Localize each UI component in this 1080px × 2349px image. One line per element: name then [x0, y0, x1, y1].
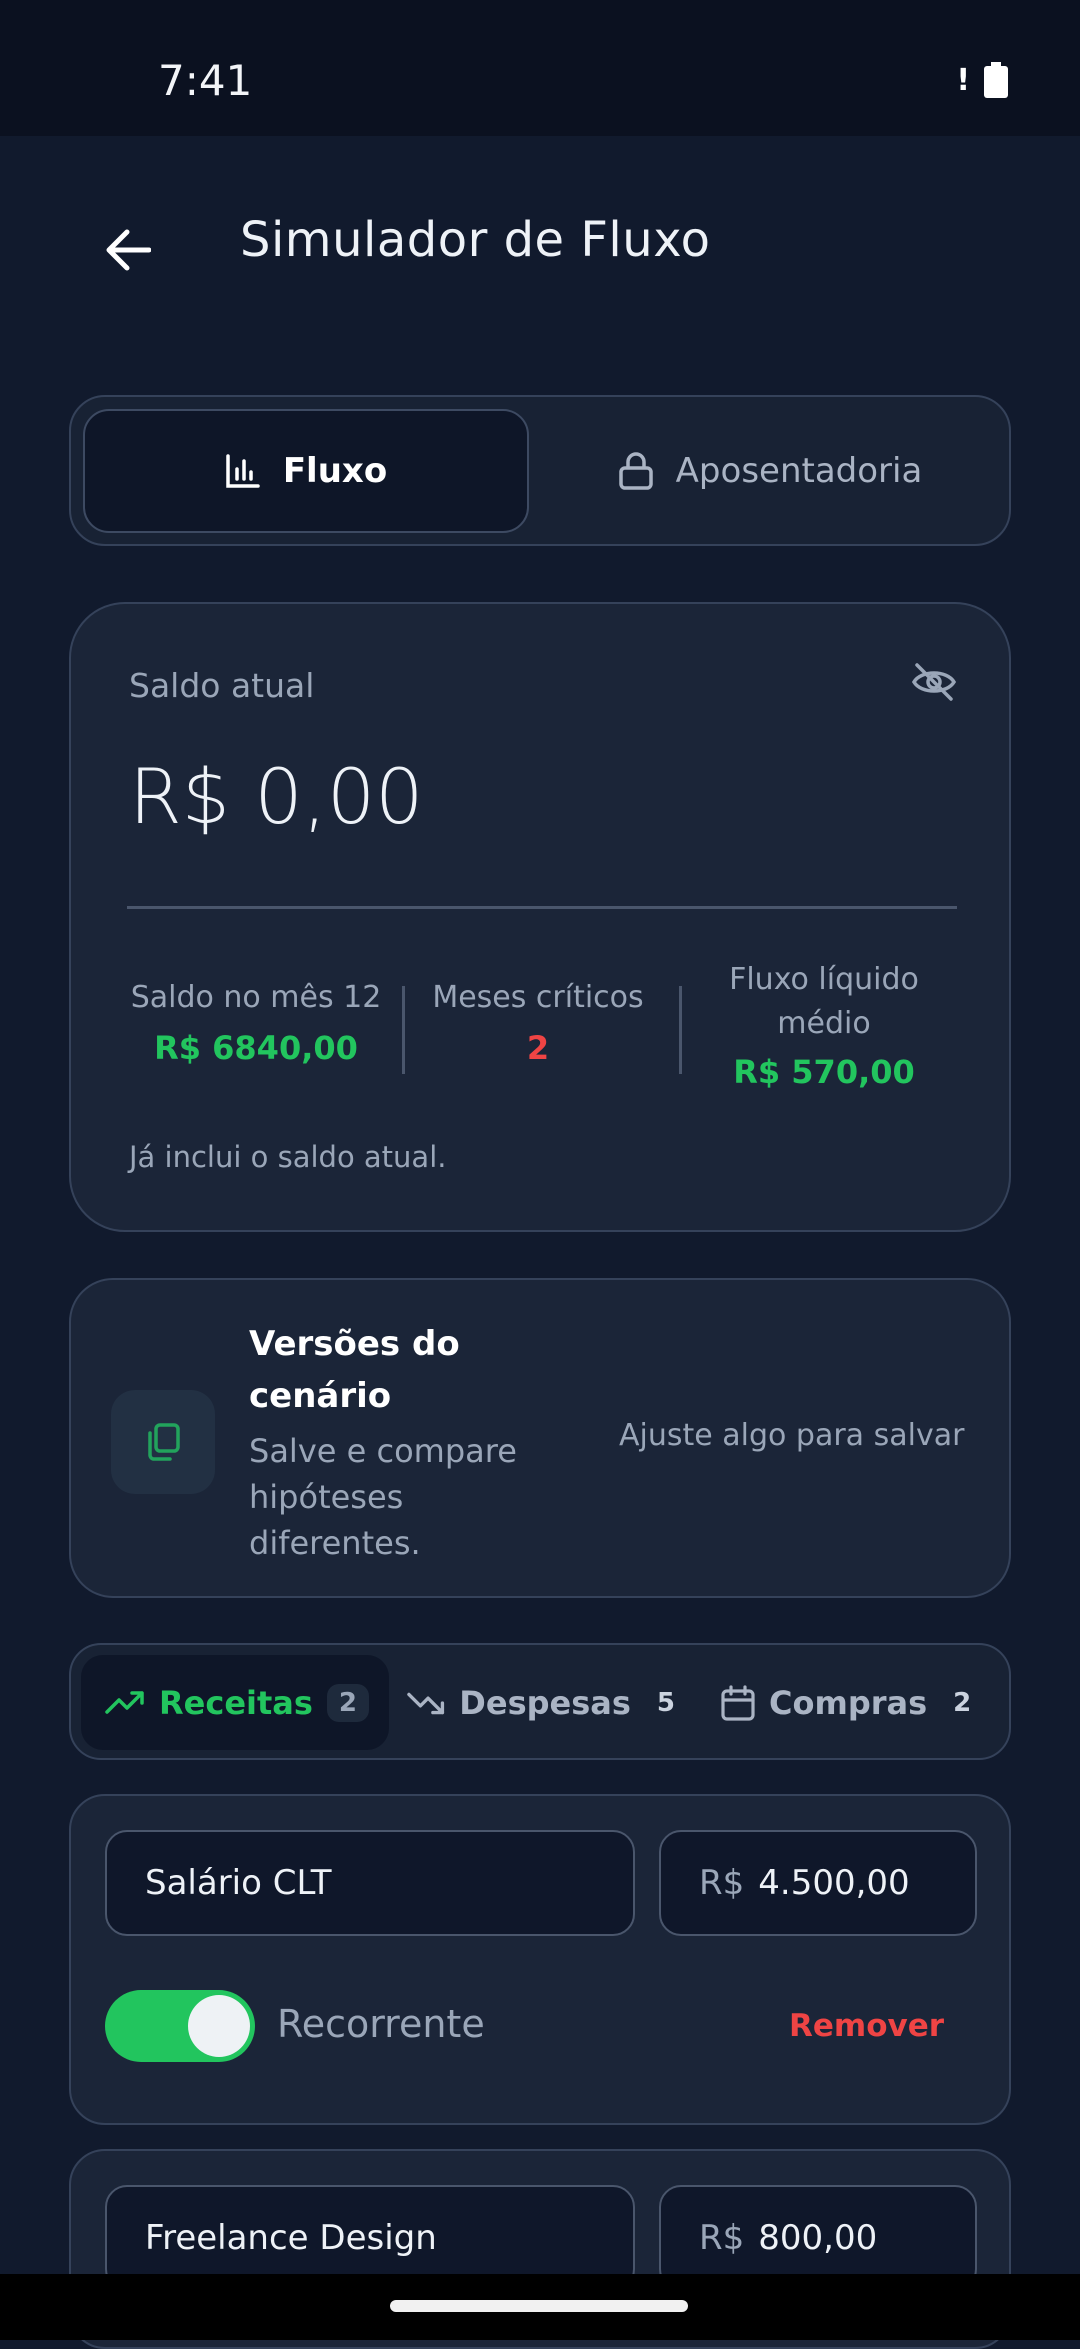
versions-title: Versões do cenário — [249, 1324, 460, 1416]
stat-separator — [402, 986, 405, 1074]
versions-card: Versões do cenário Salve e compare hipót… — [69, 1278, 1011, 1598]
income-amount-value: 4.500,00 — [758, 1863, 910, 1903]
save-version-hint[interactable]: Ajuste algo para salvar — [619, 1418, 964, 1453]
income-item: Salário CLT R$ 4.500,00 Recorrente Remov… — [69, 1794, 1011, 2125]
tab-aposentadoria-label: Aposentadoria — [675, 451, 923, 491]
trending-down-icon — [407, 1692, 445, 1714]
stat-label: Saldo no mês 12 — [130, 980, 382, 1015]
versions-description: Salve e compare hipóteses diferentes. — [249, 1432, 517, 1562]
bar-chart-icon — [226, 454, 260, 488]
arrow-left-icon — [106, 229, 151, 271]
tab-despesas[interactable]: Despesas 5 — [407, 1655, 687, 1750]
divider — [127, 906, 957, 909]
tab-fluxo-label: Fluxo — [282, 451, 388, 491]
balance-value: R$ 0,00 — [129, 752, 424, 841]
system-nav-bar — [0, 2274, 1080, 2340]
stat-net-flow: Fluxo líquido médio R$ 570,00 — [701, 958, 947, 1094]
calendar-icon — [721, 1684, 755, 1721]
remove-button[interactable]: Remover — [789, 2008, 944, 2044]
status-icons: ! — [956, 62, 1008, 98]
stat-separator — [679, 986, 682, 1074]
status-time: 7:41 — [158, 56, 253, 105]
page-title: Simulador de Fluxo — [240, 212, 711, 268]
balance-label: Saldo atual — [129, 666, 315, 705]
tab-fluxo[interactable]: Fluxo — [83, 409, 529, 533]
balance-note: Já inclui o saldo atual. — [129, 1140, 447, 1174]
home-gesture-handle[interactable] — [390, 2300, 688, 2312]
stat-label: Fluxo líquido médio — [729, 962, 919, 1041]
income-name-value: Freelance Design — [145, 2218, 437, 2258]
back-button[interactable] — [92, 214, 164, 286]
stat-month-12: Saldo no mês 12 R$ 6840,00 — [129, 980, 383, 1067]
category-tabs: Receitas 2 Despesas 5 Compras 2 — [69, 1643, 1011, 1760]
income-name-input[interactable]: Salário CLT — [105, 1830, 635, 1936]
eye-off-icon — [911, 663, 957, 701]
tab-despesas-label: Despesas — [459, 1683, 631, 1722]
currency-prefix: R$ — [699, 1863, 745, 1903]
stat-value: R$ 570,00 — [733, 1053, 915, 1091]
tab-receitas[interactable]: Receitas 2 — [81, 1655, 389, 1750]
app-header: Simulador de Fluxo — [0, 136, 1080, 346]
tab-receitas-count: 2 — [326, 1683, 370, 1722]
recurring-label: Recorrente — [277, 2002, 485, 2046]
tab-compras[interactable]: Compras 2 — [721, 1655, 1001, 1750]
tab-receitas-label: Receitas — [159, 1683, 313, 1722]
toggle-visibility-button[interactable] — [911, 662, 957, 706]
stat-value: 2 — [526, 1029, 550, 1067]
tab-aposentadoria[interactable]: Aposentadoria — [541, 409, 999, 533]
status-bar: 7:41 ! — [0, 0, 1080, 136]
tab-despesas-count: 5 — [656, 1687, 675, 1718]
income-amount-input[interactable]: R$ 4.500,00 — [659, 1830, 977, 1936]
balance-card: Saldo atual R$ 0,00 Saldo no mês 12 R$ 6… — [69, 602, 1011, 1232]
copy-icon — [148, 1423, 180, 1461]
mode-tabs: Fluxo Aposentadoria — [69, 395, 1011, 546]
currency-prefix: R$ — [699, 2218, 745, 2258]
tab-compras-count: 2 — [953, 1687, 972, 1718]
versions-icon-box — [111, 1390, 215, 1494]
tab-compras-label: Compras — [769, 1683, 928, 1722]
lock-icon — [618, 452, 653, 490]
alert-indicator: ! — [956, 62, 970, 98]
recurring-toggle[interactable] — [105, 1990, 255, 2062]
battery-icon — [984, 62, 1008, 98]
stat-critical-months: Meses críticos 2 — [421, 980, 655, 1067]
income-amount-value: 800,00 — [758, 2218, 878, 2258]
stat-label: Meses críticos — [432, 980, 644, 1015]
stat-value: R$ 6840,00 — [154, 1029, 358, 1067]
income-name-value: Salário CLT — [145, 1863, 332, 1903]
toggle-knob — [188, 1995, 250, 2057]
trending-up-icon — [105, 1690, 144, 1714]
